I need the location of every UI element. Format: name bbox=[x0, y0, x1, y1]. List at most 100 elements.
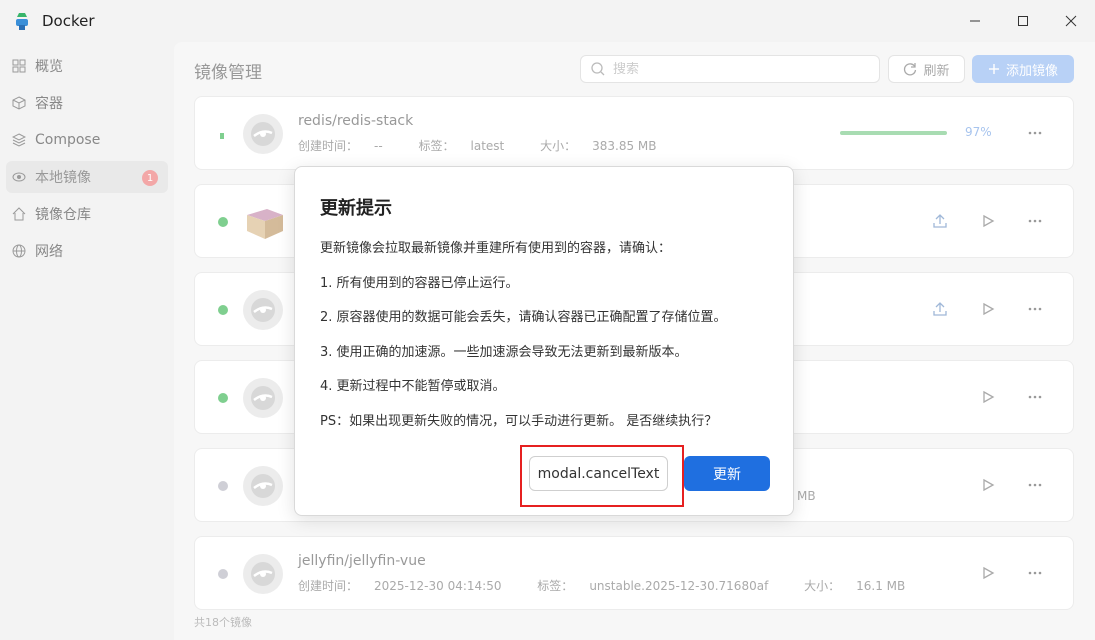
refresh-button[interactable]: 刷新 bbox=[888, 55, 965, 83]
run-button[interactable] bbox=[978, 563, 998, 583]
more-button[interactable] bbox=[1025, 211, 1045, 231]
sidebar: 概览 容器 Compose 本地镜像 1 镜像仓库 网络 bbox=[0, 42, 174, 640]
more-button[interactable] bbox=[1025, 299, 1045, 319]
add-image-button[interactable]: 添加镜像 bbox=[972, 55, 1074, 83]
refresh-label: 刷新 bbox=[923, 63, 950, 79]
status-dot bbox=[218, 481, 228, 491]
docker-disc-icon bbox=[251, 562, 275, 586]
image-avatar bbox=[243, 554, 283, 594]
status-dot bbox=[218, 217, 228, 227]
modal-body: 更新镜像会拉取最新镜像并重建所有使用到的容器，请确认： 1. 所有使用到的容器已… bbox=[320, 239, 780, 446]
eye-icon bbox=[11, 169, 27, 185]
maximize-button[interactable] bbox=[999, 0, 1047, 42]
close-button[interactable] bbox=[1047, 0, 1095, 42]
run-button[interactable] bbox=[978, 299, 998, 319]
docker-disc-icon bbox=[251, 474, 275, 498]
modal-line: 2. 原容器使用的数据可能会丢失，请确认容器已正确配置了存储位置。 bbox=[320, 310, 727, 325]
sidebar-item-overview[interactable]: 概览 bbox=[6, 50, 168, 82]
image-avatar bbox=[243, 290, 283, 330]
ellipsis-icon bbox=[1028, 131, 1042, 135]
image-name: redis/redis-stack bbox=[298, 113, 414, 129]
sidebar-item-label: 概览 bbox=[35, 59, 63, 75]
grid-icon bbox=[11, 58, 27, 74]
sidebar-item-compose[interactable]: Compose bbox=[6, 124, 168, 156]
app-title: Docker bbox=[42, 12, 95, 30]
image-avatar bbox=[243, 114, 283, 154]
annotation-highlight-box bbox=[520, 445, 684, 507]
modal-line: 3. 使用正确的加速源。一些加速源会导致无法更新到最新版本。 bbox=[320, 344, 688, 360]
add-image-label: 添加镜像 bbox=[1005, 63, 1058, 79]
search-input[interactable] bbox=[613, 61, 853, 77]
plus-icon bbox=[988, 64, 999, 74]
image-avatar bbox=[243, 466, 283, 506]
image-name: jellyfin/jellyfin-vue bbox=[298, 553, 426, 569]
modal-line: 1. 所有使用到的容器已停止运行。 bbox=[320, 275, 519, 291]
image-meta: 创建时间： -- 标签： latest 大小： 383.85 MB bbox=[298, 139, 657, 153]
modal-title: 更新提示 bbox=[320, 198, 392, 219]
run-button[interactable] bbox=[978, 387, 998, 407]
play-icon bbox=[983, 478, 995, 492]
sidebar-item-label: 本地镜像 bbox=[35, 170, 91, 186]
image-size-fragment: MB bbox=[797, 489, 816, 503]
sidebar-item-label: 容器 bbox=[35, 96, 63, 112]
docker-disc-icon bbox=[251, 298, 275, 322]
sidebar-item-label: 网络 bbox=[35, 244, 63, 260]
page-title: 镜像管理 bbox=[194, 63, 262, 83]
push-button[interactable] bbox=[930, 211, 950, 231]
sidebar-item-registry[interactable]: 镜像仓库 bbox=[6, 198, 168, 230]
more-button[interactable] bbox=[1025, 563, 1045, 583]
image-meta: 创建时间： 2025-12-30 04:14:50 标签： unstable.202… bbox=[298, 579, 906, 593]
image-card: jellyfin/jellyfin-vue 创建时间： 2025-12-30 04… bbox=[194, 536, 1074, 610]
ellipsis-icon bbox=[1028, 571, 1042, 575]
sidebar-item-containers[interactable]: 容器 bbox=[6, 87, 168, 119]
docker-disc-icon bbox=[251, 122, 275, 146]
image-card: redis/redis-stack 创建时间： -- 标签： latest 大小： 3… bbox=[194, 96, 1074, 170]
push-button[interactable] bbox=[930, 299, 950, 319]
image-count: 共18个镜像 bbox=[194, 616, 252, 629]
minimize-icon bbox=[970, 20, 980, 22]
status-dot bbox=[218, 569, 228, 579]
ellipsis-icon bbox=[1028, 395, 1042, 399]
upload-icon bbox=[933, 302, 947, 316]
globe-icon bbox=[11, 243, 27, 259]
package-box-icon bbox=[247, 209, 283, 239]
run-button[interactable] bbox=[978, 211, 998, 231]
sidebar-item-label: Compose bbox=[35, 132, 101, 148]
modal-line: 更新镜像会拉取最新镜像并重建所有使用到的容器，请确认： bbox=[320, 241, 672, 256]
status-dot bbox=[218, 305, 228, 315]
title-bar: Docker bbox=[0, 0, 1095, 42]
play-icon bbox=[983, 302, 995, 316]
sidebar-item-network[interactable]: 网络 bbox=[6, 235, 168, 267]
image-avatar bbox=[243, 378, 283, 418]
pulling-indicator-icon bbox=[220, 133, 224, 139]
home-icon bbox=[11, 206, 27, 222]
docker-logo-icon bbox=[16, 13, 28, 30]
play-icon bbox=[983, 214, 995, 228]
ellipsis-icon bbox=[1028, 483, 1042, 487]
minimize-button[interactable] bbox=[951, 0, 999, 42]
ellipsis-icon bbox=[1028, 219, 1042, 223]
ellipsis-icon bbox=[1028, 307, 1042, 311]
docker-disc-icon bbox=[251, 386, 275, 410]
modal-line: PS：如果出现更新失败的情况，可以手动进行更新。 是否继续执行？ bbox=[320, 413, 718, 429]
update-button[interactable]: 更新 bbox=[684, 456, 770, 491]
play-icon bbox=[983, 390, 995, 404]
more-button[interactable] bbox=[1025, 123, 1045, 143]
maximize-icon bbox=[1018, 16, 1028, 26]
search-box bbox=[580, 55, 880, 83]
window-controls bbox=[951, 0, 1095, 42]
layers-icon bbox=[11, 132, 27, 148]
refresh-icon bbox=[904, 63, 917, 76]
sidebar-item-label: 镜像仓库 bbox=[35, 207, 91, 223]
more-button[interactable] bbox=[1025, 475, 1045, 495]
status-dot bbox=[218, 393, 228, 403]
sidebar-item-local-images[interactable]: 本地镜像 1 bbox=[6, 161, 168, 193]
more-button[interactable] bbox=[1025, 387, 1045, 407]
notification-badge: 1 bbox=[142, 170, 158, 186]
pull-progress-bar bbox=[840, 131, 947, 135]
modal-line: 4. 更新过程中不能暂停或取消。 bbox=[320, 379, 506, 394]
close-icon bbox=[1065, 15, 1077, 27]
run-button[interactable] bbox=[978, 475, 998, 495]
upload-icon bbox=[933, 214, 947, 228]
pull-progress-text: 97% bbox=[965, 125, 992, 139]
